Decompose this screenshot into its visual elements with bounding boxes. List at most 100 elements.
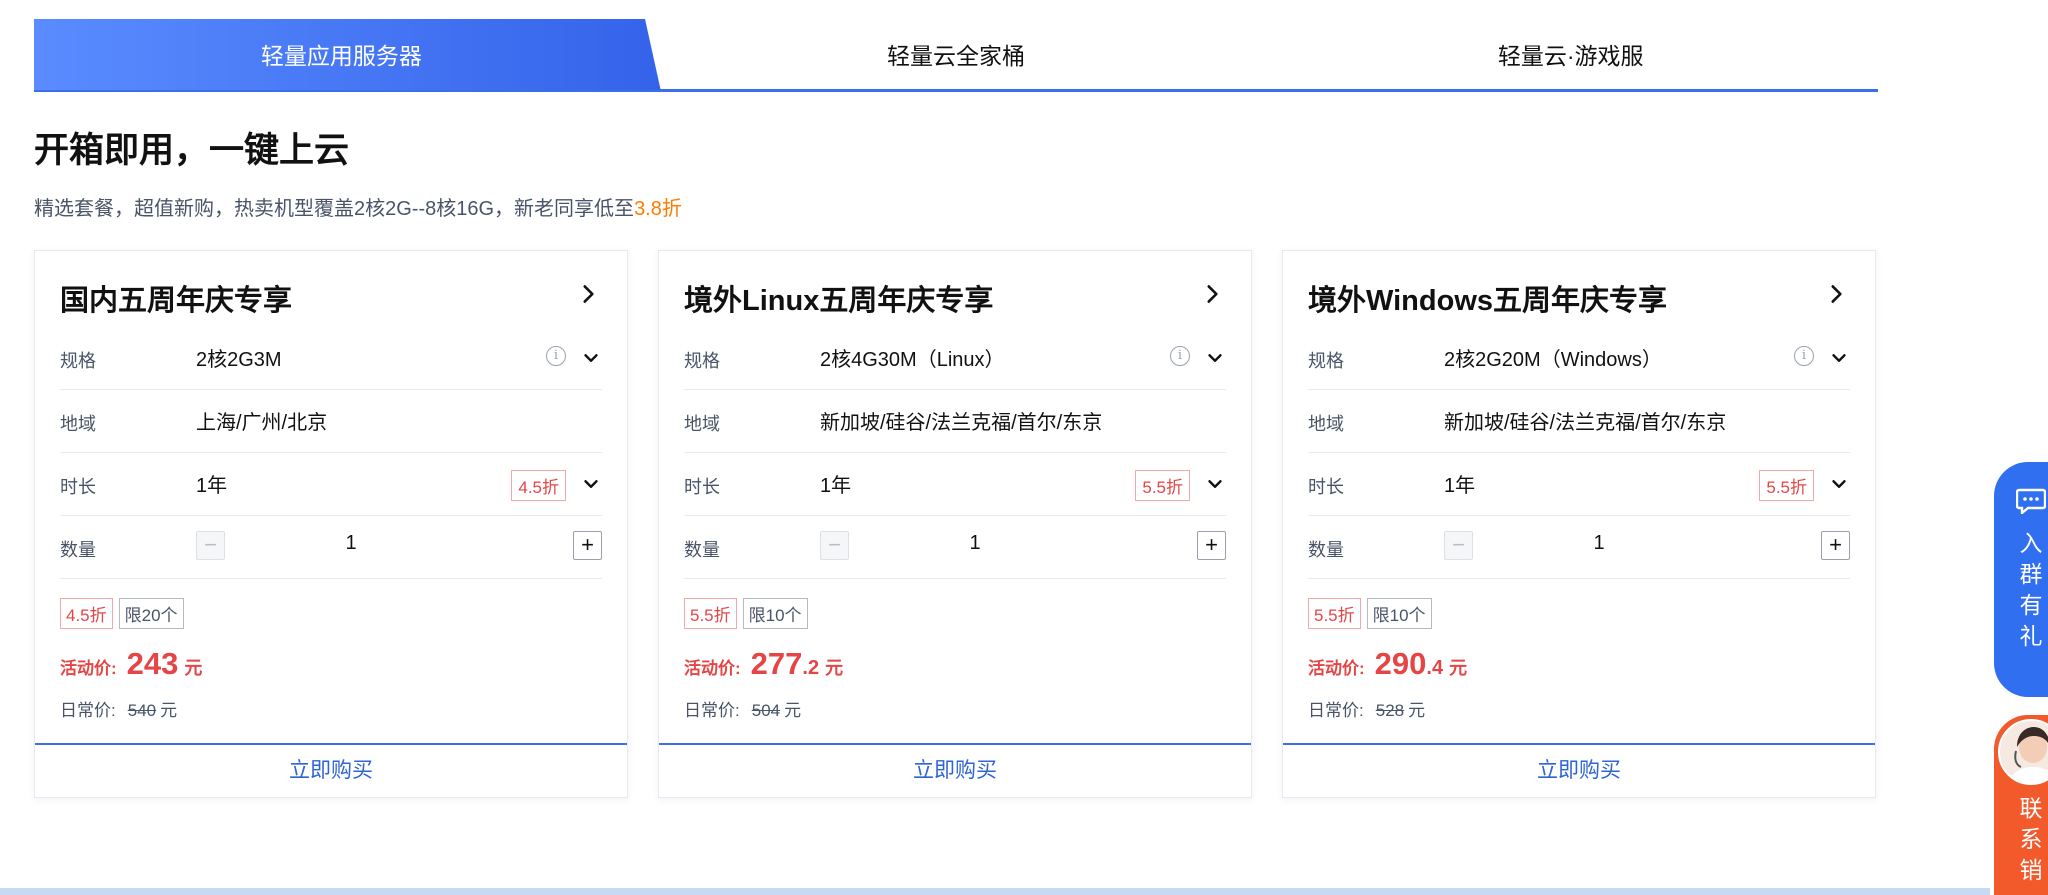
region-row: 地域 上海/广州/北京 (60, 390, 602, 453)
chevron-right-icon[interactable] (1199, 281, 1225, 307)
page-subtitle: 精选套餐，超值新购，热卖机型覆盖2核2G--8核16G，新老同享低至3.8折 (34, 192, 682, 221)
duration-value: 1年 (1444, 475, 1476, 497)
buy-now-button[interactable]: 立即购买 (35, 743, 627, 797)
activity-price-label: 活动价: (60, 659, 117, 678)
price-integer: 277 (750, 646, 803, 681)
tag-list: 4.5折 限20个 (60, 598, 184, 629)
card-title: 国内五周年庆专享 (60, 285, 293, 317)
chevron-right-icon[interactable] (1823, 281, 1849, 307)
buy-now-button[interactable]: 立即购买 (659, 743, 1251, 797)
spec-row: 规格 2核2G20M（Windows） i (1308, 327, 1850, 390)
tab-label: 轻量云全家桶 (887, 43, 1025, 69)
duration-label: 时长 (60, 477, 96, 497)
duration-label: 时长 (1308, 477, 1344, 497)
activity-price-label: 活动价: (1308, 659, 1365, 678)
info-icon[interactable]: i (546, 346, 566, 366)
regular-price-label: 日常价: (684, 701, 740, 720)
region-label: 地域 (60, 414, 96, 434)
tab-lightweight-server[interactable]: 轻量应用服务器 (34, 19, 649, 89)
price-unit: 元 (825, 658, 844, 678)
region-row: 地域 新加坡/硅谷/法兰克福/首尔/东京 (1308, 390, 1850, 453)
region-row: 地域 新加坡/硅谷/法兰克福/首尔/东京 (684, 390, 1226, 453)
activity-price: 活动价: 277 .2 元 (684, 646, 843, 682)
discount-badge: 5.5折 (1135, 470, 1190, 501)
chevron-down-icon[interactable] (1204, 473, 1226, 495)
spec-value: 2核2G3M (196, 349, 282, 371)
chevron-down-icon[interactable] (1828, 473, 1850, 495)
duration-row[interactable]: 时长 1年 4.5折 (60, 453, 602, 516)
discount-tag: 5.5折 (684, 598, 737, 629)
chevron-right-icon[interactable] (575, 281, 601, 307)
quantity-value[interactable]: 1 (1308, 532, 1850, 555)
bottom-divider (0, 888, 1990, 895)
regular-price-label: 日常价: (60, 701, 116, 720)
avatar (1998, 719, 2048, 785)
chevron-down-icon[interactable] (1828, 347, 1850, 369)
region-label: 地域 (1308, 414, 1344, 434)
price-integer: 290 (1374, 646, 1427, 681)
price-unit: 元 (1449, 658, 1468, 678)
product-tabs: 轻量应用服务器 轻量云全家桶 轻量云·游戏服 (34, 19, 1878, 92)
discount-tag: 5.5折 (1308, 598, 1361, 629)
tab-lightweight-bundle[interactable]: 轻量云全家桶 (649, 19, 1264, 89)
card-title: 境外Linux五周年庆专享 (684, 285, 994, 317)
chevron-down-icon[interactable] (1204, 347, 1226, 369)
spec-row: 规格 2核4G30M（Linux） i (684, 327, 1226, 390)
info-icon[interactable]: i (1170, 346, 1190, 366)
increment-button[interactable]: + (1821, 531, 1850, 560)
tab-game-server[interactable]: 轻量云·游戏服 (1263, 19, 1878, 89)
regular-price-value: 504 (751, 701, 781, 720)
spec-row: 规格 2核2G3M i (60, 327, 602, 390)
product-card: 境外Windows五周年庆专享 规格 2核2G20M（Windows） i 地域… (1282, 250, 1876, 798)
region-label: 地域 (684, 414, 720, 434)
chevron-down-icon[interactable] (580, 473, 602, 495)
limit-tag: 限10个 (742, 598, 808, 629)
spec-label: 规格 (1308, 351, 1344, 371)
tab-label: 轻量云·游戏服 (1497, 43, 1644, 69)
region-value: 上海/广州/北京 (196, 412, 328, 434)
regular-price: 日常价: 540 元 (60, 696, 177, 721)
join-group-label: 入群有礼 (2019, 530, 2043, 649)
join-group-widget[interactable]: 入群有礼 (1994, 462, 2048, 697)
duration-row[interactable]: 时长 1年 5.5折 (684, 453, 1226, 516)
activity-price: 活动价: 243 元 (60, 646, 202, 682)
duration-row[interactable]: 时长 1年 5.5折 (1308, 453, 1850, 516)
limit-tag: 限10个 (1366, 598, 1432, 629)
activity-price-label: 活动价: (684, 659, 741, 678)
subtitle-text: 精选套餐，超值新购，热卖机型覆盖2核2G--8核16G，新老同享低至 (34, 198, 635, 220)
regular-price-value: 528 (1375, 701, 1405, 720)
chat-icon (2016, 488, 2046, 514)
spec-value: 2核2G20M（Windows） (1444, 349, 1662, 371)
card-title: 境外Windows五周年庆专享 (1308, 285, 1668, 317)
limit-tag: 限20个 (118, 598, 184, 629)
region-value: 新加坡/硅谷/法兰克福/首尔/东京 (820, 412, 1103, 434)
buy-now-button[interactable]: 立即购买 (1283, 743, 1875, 797)
subtitle-accent: 3.8折 (634, 198, 682, 220)
price-integer: 243 (126, 646, 179, 681)
tab-label: 轻量应用服务器 (260, 43, 422, 69)
quantity-row: 数量 − 1 + (1308, 516, 1850, 579)
page-title: 开箱即用，一键上云 (34, 131, 350, 170)
duration-label: 时长 (684, 477, 720, 497)
chevron-down-icon[interactable] (580, 347, 602, 369)
contact-sales-label: 联系销 (2019, 795, 2043, 883)
increment-button[interactable]: + (573, 531, 602, 560)
discount-badge: 5.5折 (1759, 470, 1814, 501)
spec-value: 2核4G30M（Linux） (820, 349, 1005, 371)
quantity-value[interactable]: 1 (60, 532, 602, 555)
info-icon[interactable]: i (1794, 346, 1814, 366)
discount-tag: 4.5折 (60, 598, 113, 629)
regular-price-unit: 元 (784, 701, 802, 720)
quantity-value[interactable]: 1 (684, 532, 1226, 555)
increment-button[interactable]: + (1197, 531, 1226, 560)
duration-value: 1年 (820, 475, 852, 497)
contact-sales-widget[interactable]: 联系销 (1994, 715, 2048, 895)
price-unit: 元 (184, 658, 203, 678)
regular-price-value: 540 (127, 701, 157, 720)
tag-list: 5.5折 限10个 (1308, 598, 1432, 629)
regular-price-unit: 元 (160, 701, 178, 720)
regular-price: 日常价: 504 元 (684, 696, 801, 721)
price-decimal: .4 (1426, 657, 1444, 679)
price-decimal: .2 (802, 657, 820, 679)
regular-price: 日常价: 528 元 (1308, 696, 1425, 721)
